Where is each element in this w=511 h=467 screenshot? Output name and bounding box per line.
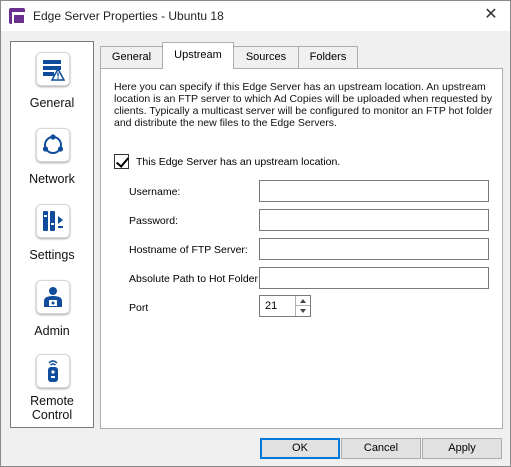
properties-dialog: Edge Server Properties - Ubuntu 18 ✕ Gen… [0,0,511,467]
ok-button[interactable]: OK [260,438,340,459]
port-stepper[interactable]: 21 [259,295,311,317]
sidebar-item-remote-control[interactable]: Remote Control [11,354,93,426]
sidebar-item-admin[interactable]: Admin [11,280,93,342]
sidebar-item-label: Settings [29,248,75,262]
tab-general[interactable]: General [100,46,163,68]
tab-label: Sources [245,51,287,63]
sidebar-item-label: General [29,96,75,110]
port-label: Port [129,302,149,314]
sidebar-item-network[interactable]: Network [11,128,93,190]
hostname-label: Hostname of FTP Server: [129,244,248,256]
port-value: 21 [265,300,278,312]
remote-control-icon [36,354,70,388]
tab-label: Upstream [174,49,222,61]
apply-button-label: Apply [448,442,476,454]
sidebar-item-general[interactable]: General [11,52,93,114]
ok-button-label: OK [292,442,308,454]
tab-label: Folders [309,51,347,63]
password-field[interactable] [259,209,489,231]
hostname-field[interactable] [259,238,489,260]
sidebar-item-label: Admin [34,324,70,338]
apply-button[interactable]: Apply [422,438,502,459]
sidebar-item-settings[interactable]: Settings [11,204,93,266]
title-bar: Edge Server Properties - Ubuntu 18 ✕ [1,1,510,31]
sidebar-nav: General Network Settings Admin Remote Co… [10,41,94,428]
settings-sliders-icon [36,204,70,238]
tab-folders[interactable]: Folders [298,46,358,68]
sidebar-item-label-line2: Control [31,408,73,422]
username-label: Username: [129,186,181,198]
hot-folder-label: Absolute Path to Hot Folder: [129,273,261,285]
upstream-description: Here you can specify if this Edge Server… [114,81,493,129]
has-upstream-label: This Edge Server has an upstream locatio… [136,156,341,168]
port-decrement-icon[interactable] [295,306,310,316]
cancel-button[interactable]: Cancel [341,438,421,459]
tab-label: General [111,51,152,63]
has-upstream-checkbox[interactable] [114,154,129,169]
network-ring-icon [36,128,70,162]
server-warning-icon [36,52,70,86]
username-field[interactable] [259,180,489,202]
window-title: Edge Server Properties - Ubuntu 18 [33,9,224,23]
tab-sources[interactable]: Sources [233,46,299,68]
tab-upstream[interactable]: Upstream [162,42,234,69]
sidebar-item-label-line1: Remote [30,394,74,408]
password-label: Password: [129,215,179,227]
admin-user-icon [36,280,70,314]
app-icon [9,8,26,25]
close-icon[interactable]: ✕ [482,6,500,24]
upstream-panel: Here you can specify if this Edge Server… [100,68,503,429]
port-increment-icon[interactable] [295,296,310,306]
sidebar-item-label: Network [29,172,75,186]
hot-folder-field[interactable] [259,267,489,289]
cancel-button-label: Cancel [363,442,399,454]
